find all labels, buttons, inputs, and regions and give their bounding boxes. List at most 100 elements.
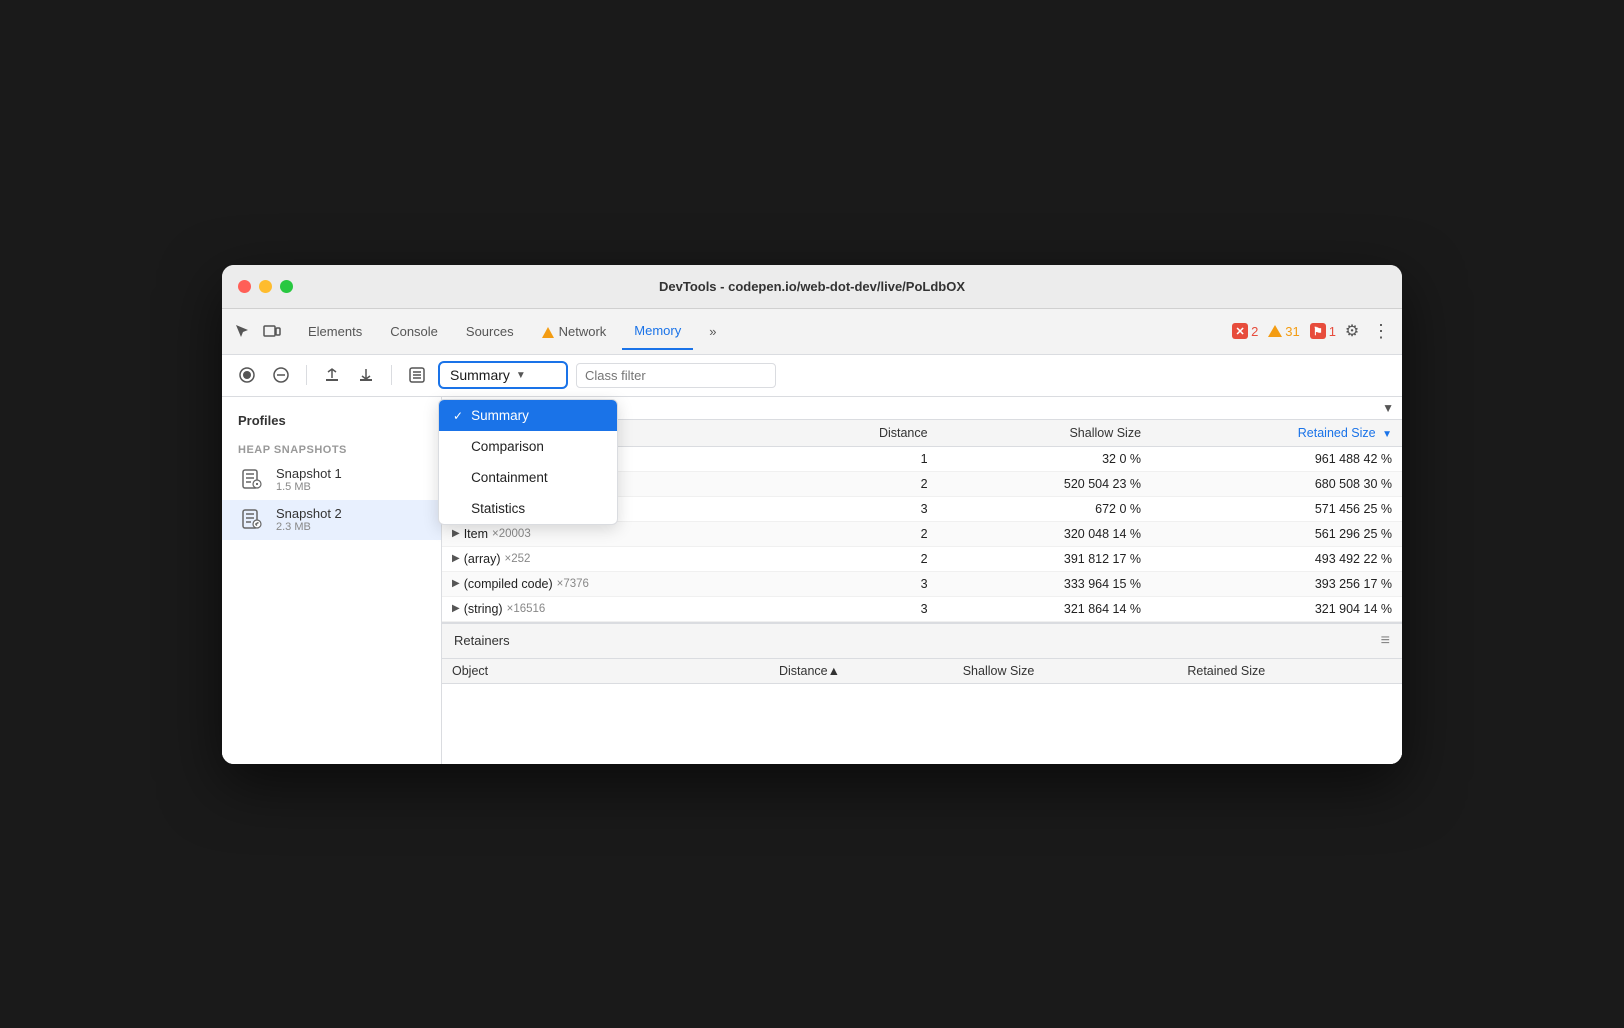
devtools-window: DevTools - codepen.io/web-dot-dev/live/P… xyxy=(222,265,1402,764)
col-distance: Distance xyxy=(787,420,938,447)
warn-badge[interactable]: 31 xyxy=(1268,324,1299,339)
expand-icon[interactable]: ▶ xyxy=(452,603,460,614)
snapshot-2-icon xyxy=(238,506,266,534)
summary-dropdown-menu: ✓ Summary ✓ Comparison ✓ Containment ✓ S… xyxy=(438,399,618,525)
record-button[interactable] xyxy=(234,362,260,388)
window-title: DevTools - codepen.io/web-dot-dev/live/P… xyxy=(659,279,965,294)
snapshot-2-item[interactable]: Snapshot 2 2.3 MB xyxy=(222,500,441,540)
retainers-section: Retainers ≡ Object Distance▲ Shallow Siz… xyxy=(442,622,1402,764)
table-dropdown-arrow[interactable]: ▼ xyxy=(1382,401,1394,415)
cursor-icon[interactable] xyxy=(230,319,254,343)
warn-triangle-icon xyxy=(1268,325,1282,337)
snapshot-1-info: Snapshot 1 1.5 MB xyxy=(276,466,342,493)
table-row: ▶ (string) ×16516 3 321 864 14 % 321 904… xyxy=(442,596,1402,621)
toolbar: Summary ▼ ✓ Summary ✓ Comparison ✓ xyxy=(222,355,1402,397)
row-1-distance: 1 xyxy=(787,446,938,471)
ret-col-distance[interactable]: Distance▲ xyxy=(769,659,953,683)
snapshot-1-icon xyxy=(238,466,266,494)
row-7-retained: 321 904 14 % xyxy=(1151,596,1402,621)
expand-icon[interactable]: ▶ xyxy=(452,578,460,589)
error-icon: ✕ xyxy=(1232,323,1248,339)
window-controls xyxy=(238,280,293,293)
chevron-down-icon: ▼ xyxy=(516,370,526,381)
info-badge[interactable]: ⚑ 1 xyxy=(1310,323,1336,339)
network-warn-icon xyxy=(542,327,554,338)
row-5-shallow: 391 812 17 % xyxy=(938,546,1151,571)
ret-col-retained[interactable]: Retained Size xyxy=(1177,659,1402,683)
row-6-distance: 3 xyxy=(787,571,938,596)
row-2-distance: 2 xyxy=(787,471,938,496)
expand-icon[interactable]: ▶ xyxy=(452,553,460,564)
tab-elements[interactable]: Elements xyxy=(296,312,374,350)
toolbar-separator-2 xyxy=(391,365,392,385)
row-4-retained: 561 296 25 % xyxy=(1151,521,1402,546)
devtools-body: Elements Console Sources Network Memory … xyxy=(222,309,1402,764)
class-filter-input[interactable] xyxy=(576,363,776,388)
main-layout: Profiles HEAP SNAPSHOTS Snapshot 1 xyxy=(222,397,1402,764)
retainers-menu-icon[interactable]: ≡ xyxy=(1381,632,1390,650)
filter-button[interactable] xyxy=(404,362,430,388)
download-button[interactable] xyxy=(353,362,379,388)
dropdown-item-summary[interactable]: ✓ Summary xyxy=(439,400,617,431)
settings-button[interactable]: ⚙ xyxy=(1340,319,1364,343)
tab-bar: Elements Console Sources Network Memory … xyxy=(222,309,1402,355)
expand-icon[interactable]: ▶ xyxy=(452,528,460,539)
close-button[interactable] xyxy=(238,280,251,293)
titlebar: DevTools - codepen.io/web-dot-dev/live/P… xyxy=(222,265,1402,309)
ret-col-object[interactable]: Object xyxy=(442,659,769,683)
summary-dropdown-button[interactable]: Summary ▼ xyxy=(438,361,568,389)
check-icon: ✓ xyxy=(453,409,463,423)
toolbar-separator-1 xyxy=(306,365,307,385)
sort-down-icon: ▼ xyxy=(1382,429,1392,440)
retainers-columns: Object Distance▲ Shallow Size Retained S… xyxy=(442,659,1402,684)
clear-button[interactable] xyxy=(268,362,294,388)
retainers-body xyxy=(442,684,1402,764)
table-row: ▶ (compiled code) ×7376 3 333 964 15 % 3… xyxy=(442,571,1402,596)
row-1-shallow: 32 0 % xyxy=(938,446,1151,471)
row-3-shallow: 672 0 % xyxy=(938,496,1151,521)
maximize-button[interactable] xyxy=(280,280,293,293)
heap-snapshots-label: HEAP SNAPSHOTS xyxy=(222,436,441,460)
retainers-title: Retainers xyxy=(454,633,1381,648)
row-7-shallow: 321 864 14 % xyxy=(938,596,1151,621)
error-badge[interactable]: ✕ 2 xyxy=(1232,323,1258,339)
row-3-retained: 571 456 25 % xyxy=(1151,496,1402,521)
row-6-retained: 393 256 17 % xyxy=(1151,571,1402,596)
dropdown-item-comparison[interactable]: ✓ Comparison xyxy=(439,431,617,462)
upload-button[interactable] xyxy=(319,362,345,388)
row-4-distance: 2 xyxy=(787,521,938,546)
row-1-retained: 961 488 42 % xyxy=(1151,446,1402,471)
more-options-button[interactable]: ⋮ xyxy=(1368,321,1394,342)
ret-col-shallow[interactable]: Shallow Size xyxy=(953,659,1178,683)
info-icon: ⚑ xyxy=(1310,323,1326,339)
tab-memory[interactable]: Memory xyxy=(622,312,693,350)
sidebar: Profiles HEAP SNAPSHOTS Snapshot 1 xyxy=(222,397,442,764)
row-6-shallow: 333 964 15 % xyxy=(938,571,1151,596)
row-2-retained: 680 508 30 % xyxy=(1151,471,1402,496)
tab-sources[interactable]: Sources xyxy=(454,312,526,350)
row-5-constructor: ▶ (array) ×252 xyxy=(442,546,787,571)
tab-console[interactable]: Console xyxy=(378,312,450,350)
profiles-title: Profiles xyxy=(222,409,441,436)
device-icon[interactable] xyxy=(260,319,284,343)
summary-select: Summary ▼ ✓ Summary ✓ Comparison ✓ xyxy=(438,361,568,389)
snapshot-1-item[interactable]: Snapshot 1 1.5 MB xyxy=(222,460,441,500)
minimize-button[interactable] xyxy=(259,280,272,293)
row-5-distance: 2 xyxy=(787,546,938,571)
row-2-shallow: 520 504 23 % xyxy=(938,471,1151,496)
row-3-distance: 3 xyxy=(787,496,938,521)
col-shallow: Shallow Size xyxy=(938,420,1151,447)
tab-bar-icons xyxy=(230,319,284,343)
tab-more[interactable]: » xyxy=(697,312,728,350)
row-7-distance: 3 xyxy=(787,596,938,621)
retainers-header: Retainers ≡ xyxy=(442,624,1402,659)
col-retained[interactable]: Retained Size ▼ xyxy=(1151,420,1402,447)
dropdown-item-containment[interactable]: ✓ Containment xyxy=(439,462,617,493)
row-7-constructor: ▶ (string) ×16516 xyxy=(442,596,787,621)
tab-network[interactable]: Network xyxy=(530,312,619,350)
row-5-retained: 493 492 22 % xyxy=(1151,546,1402,571)
snapshot-2-info: Snapshot 2 2.3 MB xyxy=(276,506,342,533)
tab-badges: ✕ 2 31 ⚑ 1 xyxy=(1232,323,1336,339)
row-4-shallow: 320 048 14 % xyxy=(938,521,1151,546)
dropdown-item-statistics[interactable]: ✓ Statistics xyxy=(439,493,617,524)
